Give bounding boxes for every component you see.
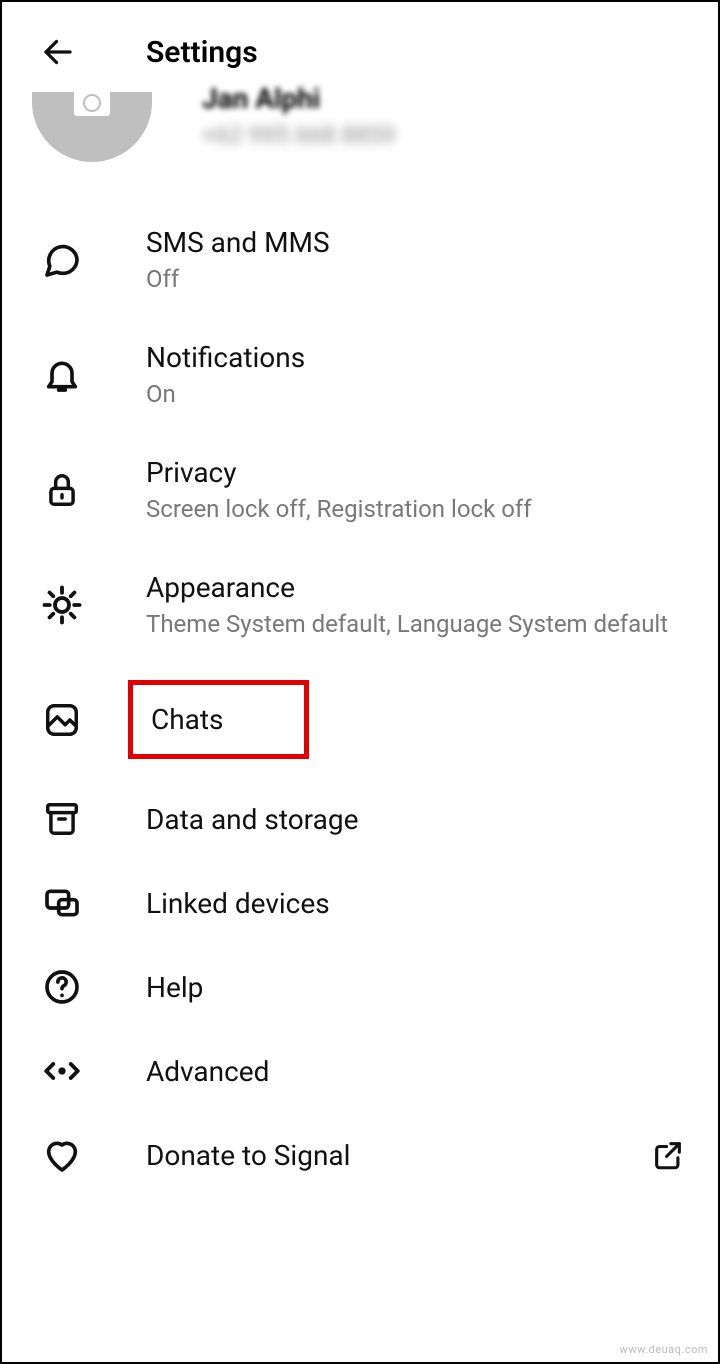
- sun-icon: [38, 581, 86, 629]
- item-title: Appearance: [146, 571, 688, 604]
- lock-icon: [38, 466, 86, 514]
- item-title: Advanced: [146, 1055, 688, 1088]
- settings-item-linked-devices[interactable]: Linked devices: [2, 861, 718, 945]
- settings-item-data-storage[interactable]: Data and storage: [2, 777, 718, 861]
- chats-highlight: Chats: [128, 680, 309, 759]
- settings-item-notifications[interactable]: Notifications On: [2, 317, 718, 432]
- item-title: Chats: [151, 703, 224, 736]
- watermark: www.deuaq.com: [620, 1343, 708, 1356]
- settings-item-donate[interactable]: Donate to Signal: [2, 1113, 718, 1197]
- page-title: Settings: [146, 35, 258, 70]
- profile-row[interactable]: Jan Alphi +62 995 668 8859: [2, 92, 718, 202]
- heart-icon: [38, 1131, 86, 1179]
- item-title: SMS and MMS: [146, 226, 688, 259]
- profile-text: Jan Alphi +62 995 668 8859: [202, 106, 395, 149]
- item-title: Notifications: [146, 341, 688, 374]
- back-button[interactable]: [38, 32, 78, 72]
- item-subtitle: Screen lock off, Registration lock off: [146, 495, 688, 523]
- settings-screen: Settings Jan Alphi +62 995 668 8859 SMS …: [0, 0, 720, 1364]
- help-icon: [38, 963, 86, 1011]
- item-title: Help: [146, 971, 688, 1004]
- item-title: Data and storage: [146, 803, 688, 836]
- settings-item-appearance[interactable]: Appearance Theme System default, Languag…: [2, 547, 718, 662]
- settings-list: SMS and MMS Off Notifications On Privacy…: [2, 202, 718, 1197]
- settings-item-chats[interactable]: Chats: [2, 662, 718, 777]
- item-title: Linked devices: [146, 887, 688, 920]
- profile-phone: +62 995 668 8859: [202, 121, 395, 149]
- camera-icon: [74, 88, 110, 116]
- settings-item-advanced[interactable]: Advanced: [2, 1029, 718, 1113]
- item-subtitle: Theme System default, Language System de…: [146, 610, 688, 638]
- item-subtitle: On: [146, 380, 688, 408]
- settings-item-help[interactable]: Help: [2, 945, 718, 1029]
- profile-name: Jan Alphi: [202, 82, 395, 115]
- bell-icon: [38, 351, 86, 399]
- item-subtitle: Off: [146, 265, 688, 293]
- settings-item-privacy[interactable]: Privacy Screen lock off, Registration lo…: [2, 432, 718, 547]
- chat-bubble-icon: [38, 236, 86, 284]
- image-icon: [38, 696, 86, 744]
- item-title: Donate to Signal: [146, 1139, 648, 1172]
- settings-item-sms[interactable]: SMS and MMS Off: [2, 202, 718, 317]
- devices-icon: [38, 879, 86, 927]
- avatar: [32, 92, 152, 162]
- archive-icon: [38, 795, 86, 843]
- code-icon: [38, 1047, 86, 1095]
- arrow-left-icon: [40, 34, 76, 70]
- external-link-icon: [648, 1135, 688, 1175]
- item-title: Privacy: [146, 456, 688, 489]
